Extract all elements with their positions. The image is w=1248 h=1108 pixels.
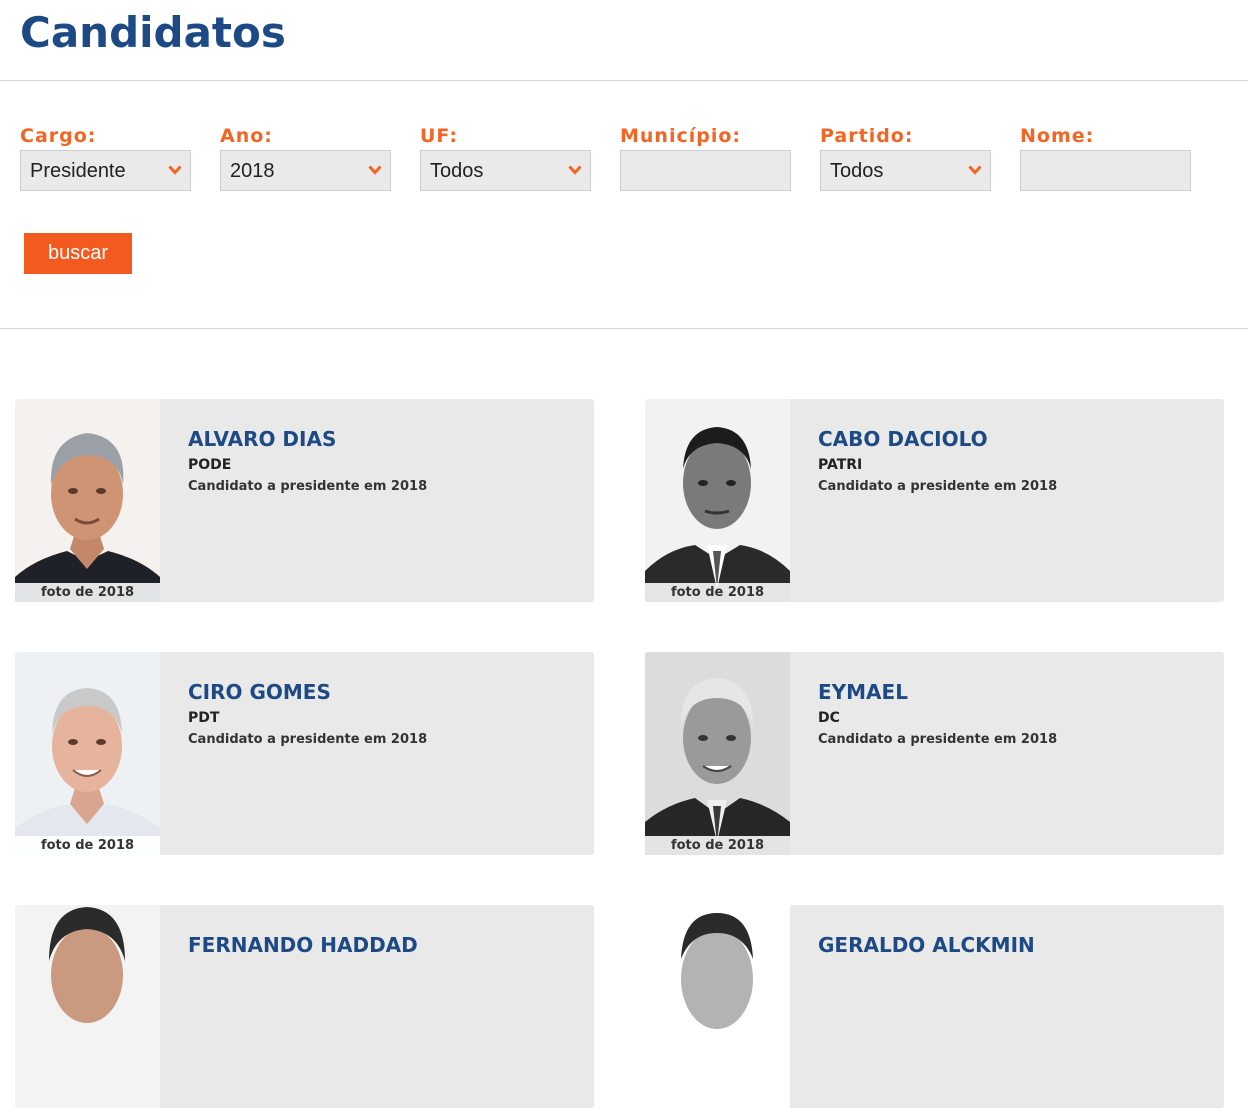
candidate-description: Candidato a presidente em 2018 bbox=[188, 732, 428, 747]
candidate-party: PDT bbox=[188, 710, 220, 726]
candidate-description: Candidato a presidente em 2018 bbox=[818, 479, 1058, 494]
page-title: Candidatos bbox=[20, 8, 286, 57]
search-button[interactable]: buscar bbox=[24, 233, 132, 274]
candidate-photo: foto de 2018 bbox=[15, 652, 160, 855]
candidate-card[interactable]: foto de 2018 CABO DACIOLO PATRI Candidat… bbox=[645, 399, 1224, 602]
filter-partido-label: Partido: bbox=[820, 125, 914, 147]
candidate-photo bbox=[645, 905, 790, 1108]
candidate-name[interactable]: GERALDO ALCKMIN bbox=[818, 933, 1035, 957]
chevron-down-icon bbox=[368, 165, 382, 175]
filter-uf-label: UF: bbox=[420, 125, 458, 147]
uf-select[interactable]: Todos bbox=[420, 150, 591, 191]
partido-select[interactable]: Todos bbox=[820, 150, 991, 191]
filter-nome-label: Nome: bbox=[1020, 125, 1095, 147]
filter-partido: Partido: Todos bbox=[820, 125, 991, 191]
photo-caption: foto de 2018 bbox=[645, 836, 790, 855]
filter-uf: UF: Todos bbox=[420, 125, 591, 191]
filter-municipio-label: Município: bbox=[620, 125, 742, 147]
candidate-card[interactable]: foto de 2018 ALVARO DIAS PODE Candidato … bbox=[15, 399, 594, 602]
candidate-photo bbox=[15, 905, 160, 1108]
partido-select-value: Todos bbox=[830, 160, 884, 182]
candidate-name[interactable]: FERNANDO HADDAD bbox=[188, 933, 418, 957]
filter-ano-label: Ano: bbox=[220, 125, 273, 147]
candidate-card[interactable]: FERNANDO HADDAD bbox=[15, 905, 594, 1108]
candidate-photo: foto de 2018 bbox=[15, 399, 160, 602]
candidate-name[interactable]: CABO DACIOLO bbox=[818, 427, 988, 451]
nome-input[interactable] bbox=[1020, 150, 1191, 191]
municipio-input[interactable] bbox=[620, 150, 791, 191]
candidate-name[interactable]: CIRO GOMES bbox=[188, 680, 331, 704]
header-divider bbox=[0, 80, 1248, 81]
ano-select[interactable]: 2018 bbox=[220, 150, 391, 191]
filters-divider bbox=[0, 328, 1248, 329]
filter-municipio: Município: bbox=[620, 125, 791, 191]
candidate-description: Candidato a presidente em 2018 bbox=[818, 732, 1058, 747]
candidate-card[interactable]: foto de 2018 CIRO GOMES PDT Candidato a … bbox=[15, 652, 594, 855]
candidate-photo: foto de 2018 bbox=[645, 399, 790, 602]
filter-nome: Nome: bbox=[1020, 125, 1191, 191]
photo-caption: foto de 2018 bbox=[15, 583, 160, 602]
candidate-card[interactable]: GERALDO ALCKMIN bbox=[645, 905, 1224, 1108]
filter-cargo-label: Cargo: bbox=[20, 125, 97, 147]
candidate-party: DC bbox=[818, 710, 840, 726]
ano-select-value: 2018 bbox=[230, 160, 275, 182]
chevron-down-icon bbox=[168, 165, 182, 175]
candidate-photo: foto de 2018 bbox=[645, 652, 790, 855]
cargo-select-value: Presidente bbox=[30, 160, 126, 182]
chevron-down-icon bbox=[568, 165, 582, 175]
candidate-card[interactable]: foto de 2018 EYMAEL DC Candidato a presi… bbox=[645, 652, 1224, 855]
candidate-description: Candidato a presidente em 2018 bbox=[188, 479, 428, 494]
uf-select-value: Todos bbox=[430, 160, 484, 182]
photo-caption: foto de 2018 bbox=[15, 836, 160, 855]
candidate-party: PODE bbox=[188, 457, 232, 473]
cargo-select[interactable]: Presidente bbox=[20, 150, 191, 191]
chevron-down-icon bbox=[968, 165, 982, 175]
candidate-name[interactable]: EYMAEL bbox=[818, 680, 908, 704]
photo-caption: foto de 2018 bbox=[645, 583, 790, 602]
filter-ano: Ano: 2018 bbox=[220, 125, 391, 191]
candidate-party: PATRI bbox=[818, 457, 863, 473]
filter-cargo: Cargo: Presidente bbox=[20, 125, 191, 191]
candidate-name[interactable]: ALVARO DIAS bbox=[188, 427, 336, 451]
